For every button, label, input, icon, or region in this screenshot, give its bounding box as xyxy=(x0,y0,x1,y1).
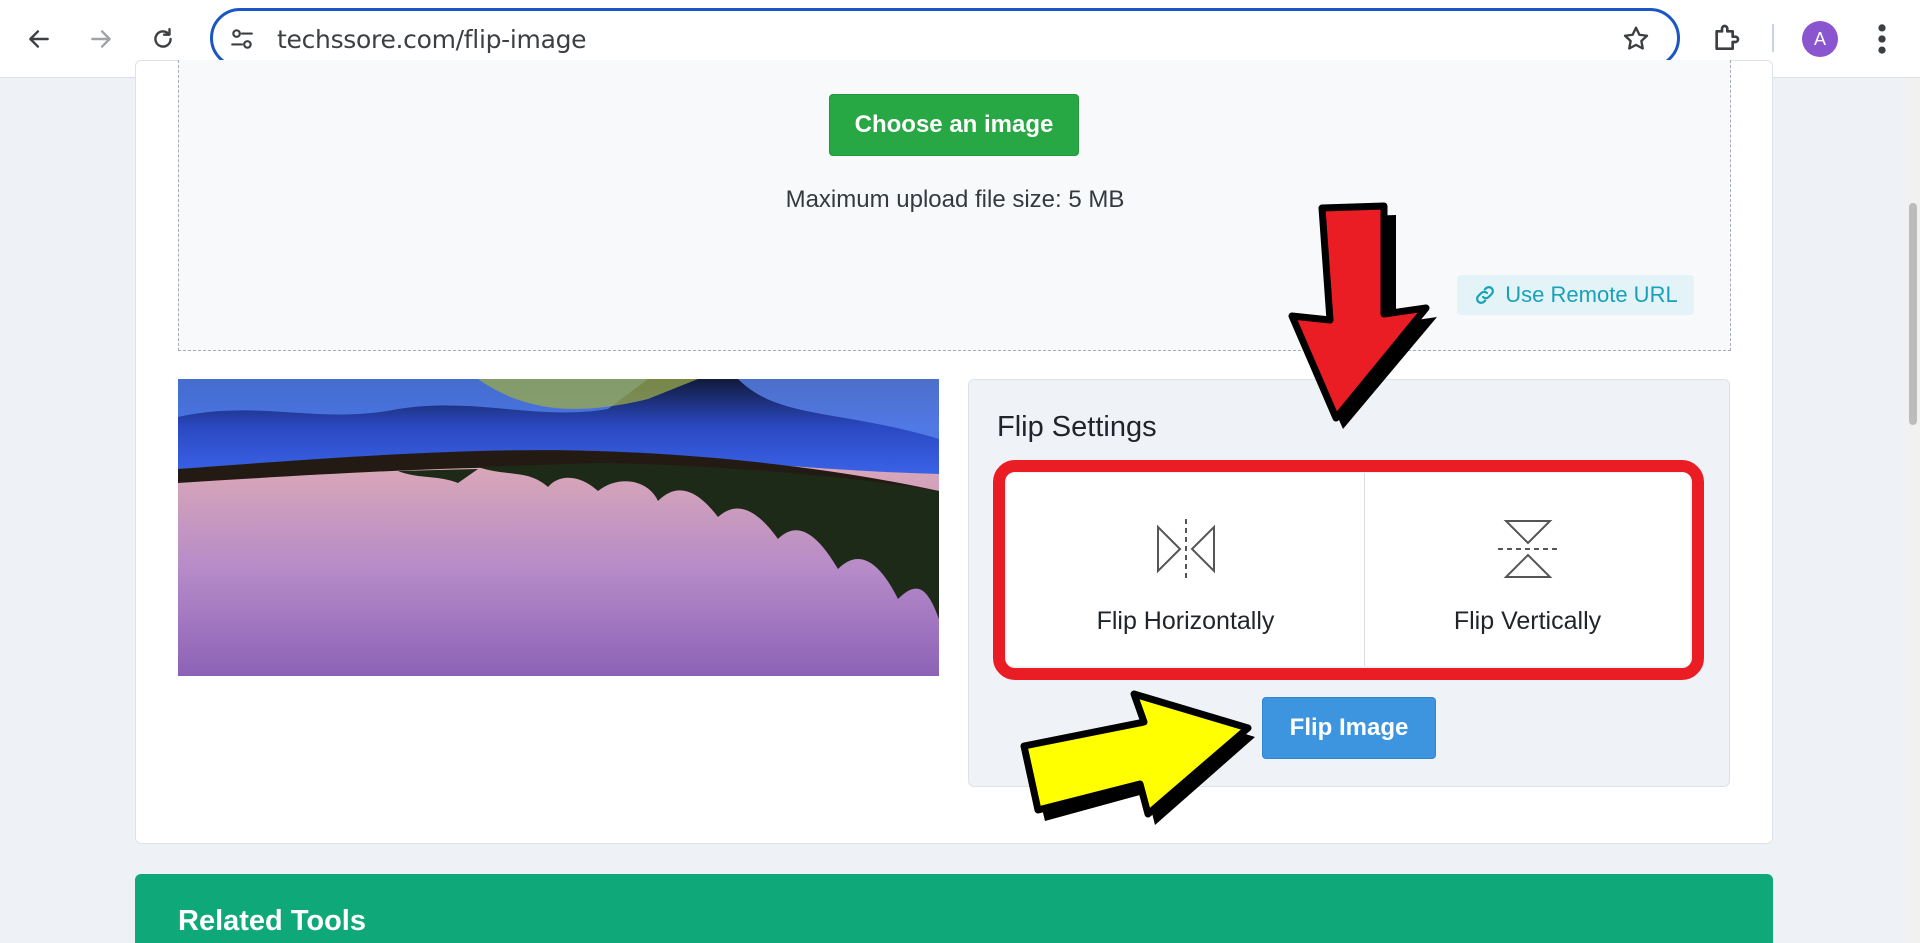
red-down-arrow xyxy=(1288,202,1437,429)
related-tools-banner xyxy=(135,874,1773,943)
extensions-puzzle-icon[interactable] xyxy=(1710,22,1742,54)
choose-image-button[interactable]: Choose an image xyxy=(829,94,1079,156)
forward-arrow-icon xyxy=(91,30,111,48)
page-scrollbar[interactable] xyxy=(1906,78,1920,943)
url-text[interactable]: techssore.com/flip-image xyxy=(277,25,587,54)
flip-settings-title: Flip Settings xyxy=(997,411,1157,443)
flipped-landscape-image xyxy=(178,379,939,676)
image-preview xyxy=(178,379,939,676)
more-vertical-icon[interactable] xyxy=(1870,20,1894,58)
site-settings-icon[interactable] xyxy=(229,26,255,52)
highlight-rectangle xyxy=(993,460,1704,680)
reload-icon xyxy=(154,28,172,48)
related-tools-title: Related Tools xyxy=(178,905,366,937)
yellow-right-arrow xyxy=(1020,690,1255,825)
use-remote-url-button[interactable]: Use Remote URL xyxy=(1457,275,1694,315)
address-bar[interactable]: techssore.com/flip-image xyxy=(210,8,1680,68)
reload-button[interactable] xyxy=(142,18,184,60)
flip-image-button[interactable]: Flip Image xyxy=(1262,697,1436,759)
scrollbar-thumb[interactable] xyxy=(1909,203,1917,425)
max-upload-size-text: Maximum upload file size: 5 MB xyxy=(785,186,1125,213)
bookmark-star-icon[interactable] xyxy=(1621,24,1651,54)
profile-avatar[interactable]: A xyxy=(1802,21,1838,57)
forward-button[interactable] xyxy=(80,18,122,60)
back-arrow-icon xyxy=(29,30,49,48)
toolbar-divider xyxy=(1772,24,1774,52)
link-icon xyxy=(1476,286,1495,304)
back-button[interactable] xyxy=(18,18,60,60)
use-remote-url-label: Use Remote URL xyxy=(1505,282,1678,307)
